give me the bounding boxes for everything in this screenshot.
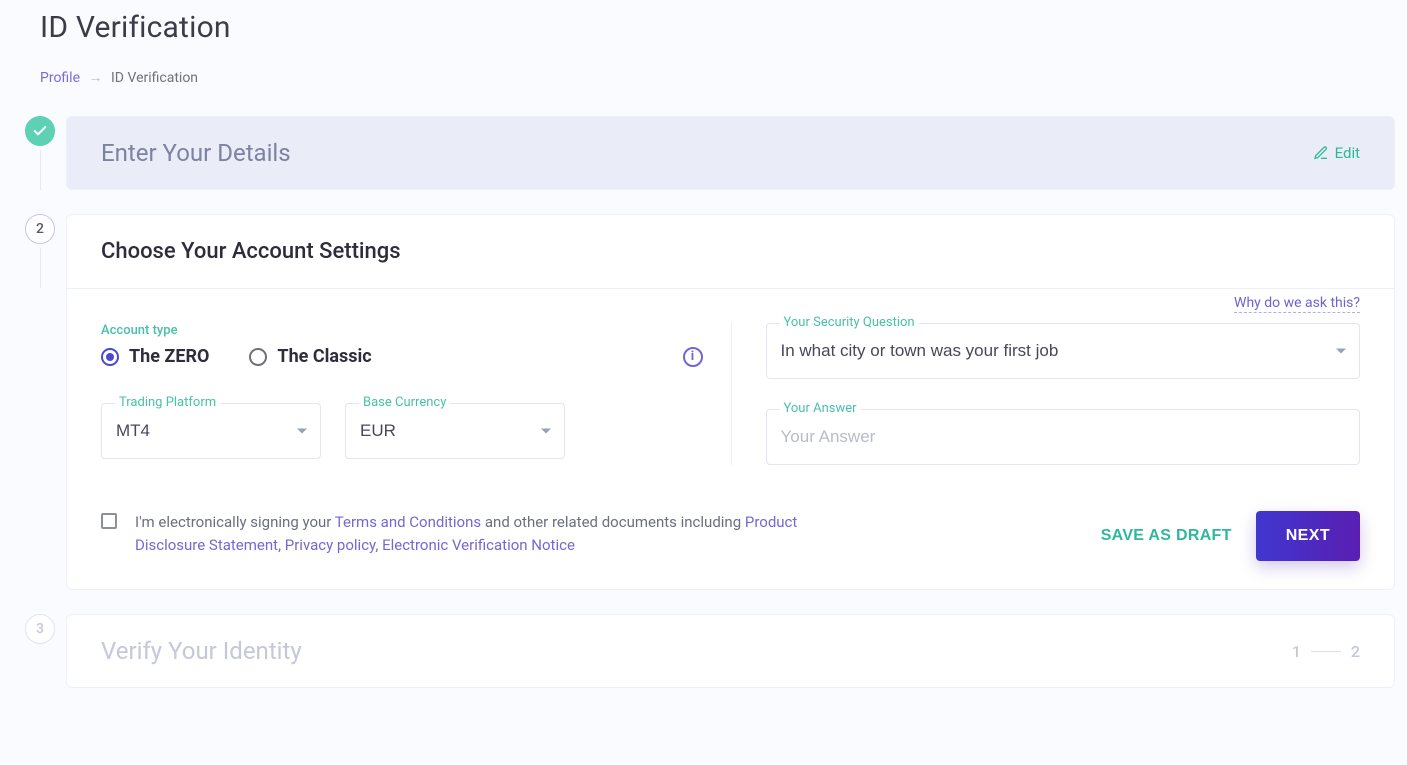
substep-2: 2 bbox=[1351, 642, 1360, 661]
info-icon[interactable]: i bbox=[683, 347, 703, 367]
breadcrumb-profile-link[interactable]: Profile bbox=[40, 70, 80, 86]
base-currency-select[interactable]: EUR bbox=[345, 403, 565, 459]
step-connector bbox=[40, 248, 41, 288]
terms-link[interactable]: Terms and Conditions bbox=[335, 513, 481, 531]
evn-link[interactable]: Electronic Verification Notice bbox=[382, 536, 575, 554]
step-verify-identity-card: Verify Your Identity 1 2 bbox=[66, 614, 1395, 688]
base-currency-label: Base Currency bbox=[359, 395, 450, 410]
edit-label: Edit bbox=[1335, 144, 1360, 162]
radio-unselected-icon bbox=[249, 348, 267, 366]
step-1-complete-icon bbox=[25, 116, 55, 146]
answer-label: Your Answer bbox=[780, 401, 861, 416]
enter-details-title: Enter Your Details bbox=[101, 139, 291, 167]
step-account-settings-card: Choose Your Account Settings Account typ… bbox=[66, 214, 1395, 590]
security-question-select[interactable]: In what city or town was your first job bbox=[766, 323, 1361, 379]
trading-platform-value: MT4 bbox=[116, 421, 150, 441]
substep-divider bbox=[1311, 651, 1341, 652]
account-settings-title: Choose Your Account Settings bbox=[101, 239, 1360, 264]
save-as-draft-button[interactable]: SAVE AS DRAFT bbox=[1101, 527, 1232, 545]
trading-platform-label: Trading Platform bbox=[115, 395, 220, 410]
chevron-right-icon: → bbox=[89, 70, 103, 86]
answer-input[interactable] bbox=[766, 409, 1361, 465]
account-type-label: Account type bbox=[101, 323, 697, 338]
why-do-we-ask-link[interactable]: Why do we ask this? bbox=[1234, 295, 1360, 313]
edit-details-link[interactable]: Edit bbox=[1313, 144, 1360, 162]
radio-the-classic[interactable]: The Classic bbox=[249, 346, 371, 367]
privacy-link[interactable]: Privacy policy bbox=[285, 536, 376, 554]
security-question-label: Your Security Question bbox=[780, 315, 919, 330]
page-title: ID Verification bbox=[40, 10, 1395, 45]
verify-identity-title: Verify Your Identity bbox=[101, 637, 302, 665]
radio-the-zero[interactable]: The ZERO bbox=[101, 346, 209, 367]
verify-substeps: 1 2 bbox=[1292, 642, 1360, 661]
step-3-indicator: 3 bbox=[25, 614, 55, 644]
step-enter-details-card: Enter Your Details Edit bbox=[66, 116, 1395, 190]
caret-down-icon bbox=[297, 429, 307, 434]
trading-platform-select[interactable]: MT4 bbox=[101, 403, 321, 459]
breadcrumb: Profile → ID Verification bbox=[40, 69, 1395, 86]
substep-1: 1 bbox=[1292, 642, 1301, 661]
step-connector bbox=[40, 150, 41, 190]
security-question-value: In what city or town was your first job bbox=[781, 341, 1059, 361]
pencil-icon bbox=[1313, 145, 1329, 161]
radio-selected-icon bbox=[101, 348, 119, 366]
base-currency-value: EUR bbox=[360, 421, 396, 441]
consent-text: I'm electronically signing your Terms an… bbox=[135, 511, 815, 558]
radio-classic-label: The Classic bbox=[277, 346, 371, 367]
next-button[interactable]: NEXT bbox=[1256, 511, 1360, 561]
caret-down-icon bbox=[541, 429, 551, 434]
caret-down-icon bbox=[1336, 349, 1346, 354]
radio-zero-label: The ZERO bbox=[129, 346, 209, 367]
consent-checkbox[interactable] bbox=[101, 513, 117, 529]
step-2-indicator: 2 bbox=[25, 214, 55, 244]
breadcrumb-current: ID Verification bbox=[111, 70, 198, 86]
